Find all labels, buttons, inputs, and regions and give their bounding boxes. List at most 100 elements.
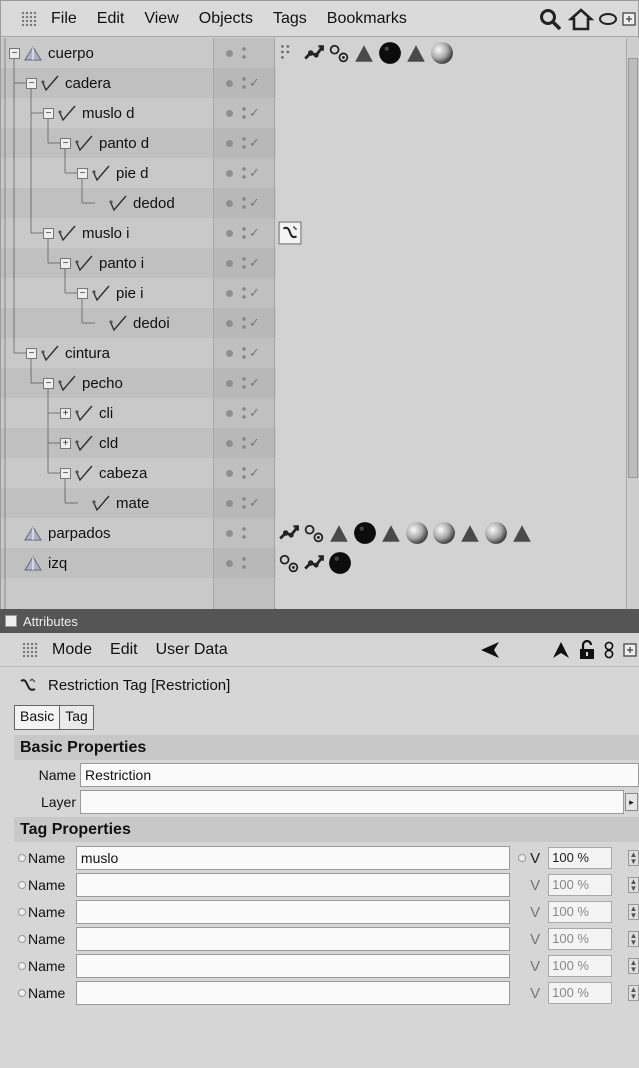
strength-percent-field[interactable]: 100 % [548,928,612,950]
strength-percent-field[interactable]: 100 % [548,982,612,1004]
enabled-check-icon[interactable]: ✓ [249,345,260,361]
layer-dot-icon[interactable] [226,349,233,357]
enabled-check-icon[interactable]: ✓ [249,315,260,331]
tree-row-cli[interactable]: + cli [1,398,213,428]
black-material-icon[interactable] [378,41,402,65]
visibility-dots-icon[interactable] [242,316,246,330]
ik-chain-icon[interactable] [303,551,325,575]
grid-icon[interactable] [278,41,300,65]
layer-dot-icon[interactable] [226,529,233,537]
object-name[interactable]: cli [99,405,113,422]
phong-tag-icon[interactable] [353,41,375,65]
tree-row-cintura[interactable]: − cintura [1,338,213,368]
stepper-arrows-icon[interactable]: ▲ ▼ [628,958,639,974]
enabled-check-icon[interactable]: ✓ [249,75,260,91]
object-name[interactable]: parpados [48,525,111,542]
tree-row-cadera[interactable]: − cadera [1,68,213,98]
panel-grip-icon[interactable] [22,641,38,658]
tree-row-panto-d[interactable]: − panto d [1,128,213,158]
phong-tag-icon[interactable] [328,521,350,545]
restriction-name-field[interactable]: muslo [75,846,511,870]
collapse-icon[interactable]: − [26,77,37,89]
menu-tags[interactable]: Tags [273,10,307,28]
layer-dot-icon[interactable] [226,49,233,57]
visibility-dots-icon[interactable] [242,136,246,150]
object-name[interactable]: muslo d [82,105,135,122]
ellipse-icon[interactable] [598,7,618,31]
tree-row-panto-i[interactable]: − panto i [1,248,213,278]
phong-tag-icon[interactable] [405,41,427,65]
black-material-icon[interactable] [328,551,352,575]
restriction-name-field[interactable] [75,873,511,897]
layer-dot-icon[interactable] [226,199,233,207]
menu-user-data[interactable]: User Data [156,641,228,659]
visibility-dots-icon[interactable] [242,556,246,570]
object-name[interactable]: pie i [116,285,144,302]
collapse-icon[interactable]: − [60,467,71,479]
search-icon[interactable] [538,7,564,31]
restriction-name-field[interactable] [75,927,511,951]
strength-percent-field[interactable]: 100 % [548,901,612,923]
visibility-dots-icon[interactable] [242,76,246,90]
menu-mode[interactable]: Mode [52,641,92,659]
restriction-tag-icon[interactable] [278,221,302,245]
spheres-icon[interactable] [328,41,350,65]
menu-file[interactable]: File [51,10,77,28]
animation-dot-icon[interactable] [518,854,527,862]
expand-icon[interactable]: + [60,437,71,449]
layer-field[interactable] [80,790,624,814]
object-name[interactable]: cabeza [99,465,147,482]
collapse-icon[interactable]: − [43,377,54,389]
window-expand-icon[interactable] [623,639,637,661]
tree-row-cld[interactable]: + cld [1,428,213,458]
tree-row-pie-i[interactable]: − pie i [1,278,213,308]
link-icon[interactable] [603,639,615,661]
enabled-check-icon[interactable]: ✓ [249,135,260,151]
spheres-icon[interactable] [303,521,325,545]
animation-dot-icon[interactable] [18,935,26,943]
lock-icon[interactable] [579,639,595,661]
tree-row-izq[interactable]: izq [1,548,213,578]
layer-dot-icon[interactable] [226,409,233,417]
back-arrow-icon[interactable] [479,639,503,661]
tree-row-pecho[interactable]: − pecho [1,368,213,398]
enabled-check-icon[interactable]: ✓ [249,465,260,481]
object-name[interactable]: panto d [99,135,149,152]
collapse-icon[interactable]: − [77,287,88,299]
visibility-dots-icon[interactable] [242,106,246,120]
stepper-arrows-icon[interactable]: ▲ ▼ [628,877,639,893]
strength-percent-field[interactable]: 100 % [548,847,612,869]
visibility-dots-icon[interactable] [242,466,246,480]
stepper-arrows-icon[interactable]: ▲ ▼ [628,904,639,920]
layer-dot-icon[interactable] [226,439,233,447]
expand-icon[interactable]: + [60,407,71,419]
visibility-dots-icon[interactable] [242,286,246,300]
phong-tag-icon[interactable] [380,521,402,545]
menu-view[interactable]: View [144,10,178,28]
enabled-check-icon[interactable]: ✓ [249,165,260,181]
object-name[interactable]: mate [116,495,149,512]
layer-dot-icon[interactable] [226,379,233,387]
tree-row-pie-d[interactable]: − pie d [1,158,213,188]
collapse-icon[interactable]: − [9,47,20,59]
animation-dot-icon[interactable] [18,881,26,889]
tree-row-cuerpo[interactable]: − cuerpo [1,38,213,68]
tree-row-cabeza[interactable]: − cabeza [1,458,213,488]
sphere-material-icon[interactable] [484,521,508,545]
visibility-dots-icon[interactable] [242,526,246,540]
enabled-check-icon[interactable]: ✓ [249,285,260,301]
visibility-dots-icon[interactable] [242,166,246,180]
strength-percent-field[interactable]: 100 % [548,955,612,977]
collapse-icon[interactable]: − [60,137,71,149]
layer-dot-icon[interactable] [226,259,233,267]
visibility-dots-icon[interactable] [242,256,246,270]
layer-dot-icon[interactable] [226,289,233,297]
enabled-check-icon[interactable]: ✓ [249,225,260,241]
panel-grip-icon[interactable] [21,10,37,27]
enabled-check-icon[interactable]: ✓ [249,195,260,211]
black-material-icon[interactable] [353,521,377,545]
object-name[interactable]: cld [99,435,118,452]
collapse-icon[interactable]: − [26,347,37,359]
stepper-arrows-icon[interactable]: ▲ ▼ [628,931,639,947]
tab-basic[interactable]: Basic [14,705,61,730]
